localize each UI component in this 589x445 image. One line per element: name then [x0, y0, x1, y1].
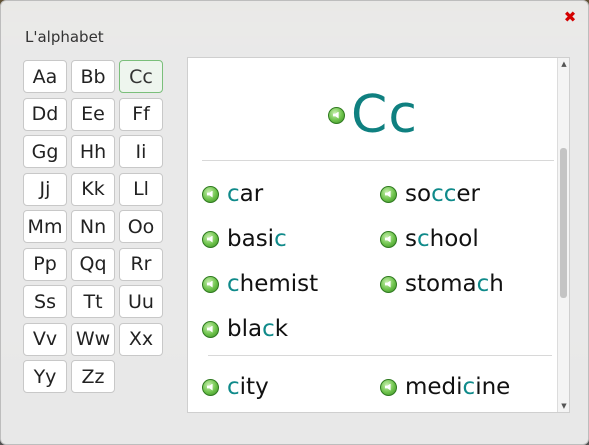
headline: Cc	[188, 80, 558, 150]
word-pre: medi	[405, 374, 463, 400]
letter-button-i[interactable]: Ii	[119, 135, 163, 168]
word-item: basic	[202, 223, 287, 255]
word-text: school	[405, 226, 479, 252]
word-highlight: c	[416, 226, 430, 252]
speaker-icon[interactable]	[202, 320, 219, 338]
word-text: city	[227, 374, 269, 400]
word-item: stomach	[380, 268, 504, 300]
letter-button-t[interactable]: Tt	[71, 285, 115, 318]
scrollbar[interactable]: ▲ ▼	[557, 58, 569, 412]
word-pre: bla	[227, 316, 263, 342]
divider	[202, 160, 554, 161]
speaker-icon[interactable]	[202, 378, 219, 396]
letter-button-p[interactable]: Pp	[23, 247, 67, 281]
word-highlight: c	[227, 181, 240, 207]
letter-button-k[interactable]: Kk	[71, 172, 115, 206]
letter-button-r[interactable]: Rr	[119, 247, 163, 281]
word-highlight: c	[476, 271, 490, 297]
word-highlight: c	[462, 374, 476, 400]
scroll-down-icon[interactable]: ▼	[558, 400, 570, 412]
word-item: chemist	[202, 268, 318, 300]
word-item: car	[202, 178, 263, 210]
letter-button-g[interactable]: Gg	[23, 135, 67, 168]
speaker-icon[interactable]	[380, 275, 397, 293]
letter-button-o[interactable]: Oo	[119, 210, 163, 243]
speaker-icon[interactable]	[328, 106, 346, 124]
letter-button-l[interactable]: Ll	[119, 172, 163, 206]
speaker-icon[interactable]	[380, 230, 397, 248]
letter-button-s[interactable]: Ss	[23, 285, 67, 318]
speaker-icon[interactable]	[380, 185, 397, 203]
word-highlight: cc	[431, 181, 457, 207]
word-text: soccer	[405, 181, 480, 207]
word-highlight: c	[262, 316, 275, 342]
letter-button-c[interactable]: Cc	[119, 60, 163, 93]
word-item: school	[380, 223, 479, 255]
letter-button-h[interactable]: Hh	[71, 135, 115, 168]
word-highlight: c	[227, 374, 240, 400]
close-icon[interactable]: ✖	[562, 9, 578, 25]
letter-button-x[interactable]: Xx	[119, 322, 163, 356]
speaker-icon[interactable]	[202, 185, 219, 203]
letter-button-j[interactable]: Jj	[23, 172, 67, 206]
letter-button-u[interactable]: Uu	[119, 285, 163, 318]
word-post: hool	[429, 226, 479, 252]
word-post: ity	[239, 374, 269, 400]
word-item: city	[202, 371, 269, 403]
speaker-icon[interactable]	[380, 378, 397, 396]
headline-letter: Cc	[351, 85, 418, 145]
letter-button-b[interactable]: Bb	[71, 60, 115, 93]
letter-detail-panel: Cc car soccer basic school chemist stomach bla…	[187, 57, 570, 413]
word-pre: stoma	[405, 271, 477, 297]
letter-button-e[interactable]: Ee	[71, 97, 115, 131]
letter-button-z[interactable]: Zz	[71, 360, 115, 393]
word-post: ine	[475, 374, 511, 400]
word-pre: so	[405, 181, 432, 207]
scroll-up-icon[interactable]: ▲	[558, 58, 570, 70]
letter-button-m[interactable]: Mm	[23, 210, 67, 243]
letter-button-v[interactable]: Vv	[23, 322, 67, 356]
word-post: k	[274, 316, 289, 342]
word-text: basic	[227, 226, 287, 252]
word-pre: basi	[227, 226, 275, 252]
letter-button-f[interactable]: Ff	[119, 97, 163, 131]
scroll-thumb[interactable]	[560, 148, 567, 298]
word-item: medicine	[380, 371, 510, 403]
word-post: h	[489, 271, 504, 297]
letter-button-q[interactable]: Qq	[71, 247, 115, 281]
word-text: black	[227, 316, 288, 342]
letter-button-a[interactable]: Aa	[23, 60, 67, 93]
word-text: stomach	[405, 271, 504, 297]
word-highlight: c	[227, 271, 240, 297]
word-highlight: c	[274, 226, 287, 252]
word-text: chemist	[227, 271, 318, 297]
word-pre: s	[405, 226, 417, 252]
word-text: car	[227, 181, 263, 207]
letter-button-y[interactable]: Yy	[23, 360, 67, 393]
letter-button-n[interactable]: Nn	[71, 210, 115, 243]
alphabet-dialog: L'alphabet ✖ Aa Bb Cc Dd Ee Ff Gg Hh Ii Jj Kk Ll Mm N…	[0, 0, 589, 445]
word-post: ar	[239, 181, 264, 207]
speaker-icon[interactable]	[202, 275, 219, 293]
speaker-icon[interactable]	[202, 230, 219, 248]
word-post: er	[456, 181, 480, 207]
word-item: soccer	[380, 178, 480, 210]
letter-button-w[interactable]: Ww	[71, 322, 115, 356]
word-text: medicine	[405, 374, 510, 400]
dialog-title: L'alphabet	[25, 28, 104, 46]
word-item: black	[202, 313, 288, 345]
letter-button-d[interactable]: Dd	[23, 97, 67, 131]
divider	[208, 355, 552, 356]
word-post: hemist	[239, 271, 319, 297]
